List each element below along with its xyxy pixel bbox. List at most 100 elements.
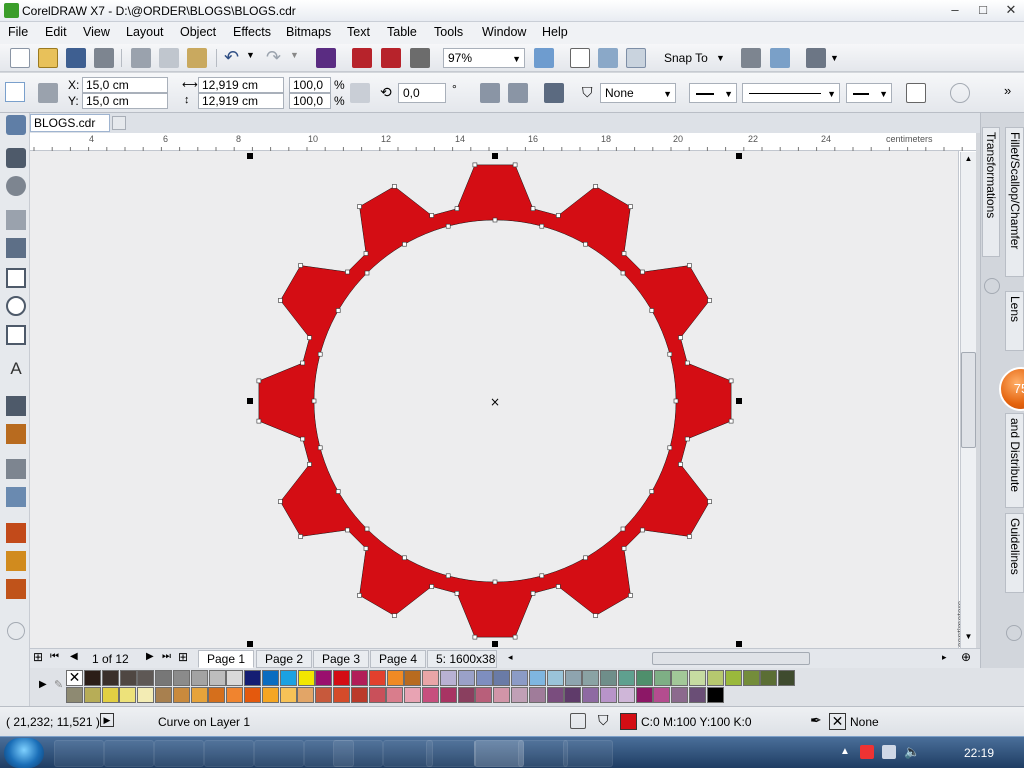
- convert-to-curves-icon[interactable]: [544, 83, 564, 103]
- zoom-navigator-icon[interactable]: ⊕: [961, 650, 971, 664]
- color-swatch[interactable]: [760, 670, 778, 686]
- taskbar-app-explorer-icon[interactable]: [54, 740, 104, 767]
- color-swatch[interactable]: [422, 687, 439, 703]
- color-swatch[interactable]: [564, 687, 582, 703]
- color-swatch[interactable]: [493, 687, 511, 703]
- docker-options-icon[interactable]: [984, 278, 1000, 294]
- color-swatch[interactable]: [439, 687, 457, 703]
- parallel-dimension-tool-icon[interactable]: [6, 396, 26, 416]
- taskbar-app-notes-icon[interactable]: [563, 740, 613, 767]
- color-eyedropper-tool-icon[interactable]: [6, 523, 26, 543]
- publish-pdf-icon[interactable]: [410, 48, 430, 68]
- x-position-field[interactable]: 15,0 cm: [82, 77, 168, 93]
- start-arrowhead-dropdown[interactable]: ▼: [689, 83, 737, 103]
- color-swatch[interactable]: [350, 687, 368, 703]
- color-swatch[interactable]: [706, 687, 724, 703]
- drop-shadow-tool-icon[interactable]: [6, 459, 26, 479]
- color-swatch[interactable]: [351, 670, 368, 686]
- color-swatch[interactable]: [457, 670, 475, 686]
- palette-expand-icon[interactable]: ▶: [39, 679, 47, 690]
- color-swatch[interactable]: [279, 687, 297, 703]
- taskbar-app-capture-icon[interactable]: [518, 740, 568, 767]
- taskbar-app-utility-icon[interactable]: [104, 740, 154, 767]
- mirror-vertical-icon[interactable]: [508, 83, 528, 103]
- horizontal-scroll-thumb[interactable]: [652, 652, 810, 665]
- menu-bitmaps[interactable]: Bitmaps: [286, 25, 331, 39]
- end-arrowhead-dropdown[interactable]: ▼: [846, 83, 892, 103]
- color-swatch[interactable]: [457, 687, 475, 703]
- text-tool-icon[interactable]: A: [6, 359, 26, 379]
- page-tab-3[interactable]: Page 3: [313, 650, 370, 668]
- import-icon[interactable]: [352, 48, 372, 68]
- page-tab-4[interactable]: Page 4: [370, 650, 427, 668]
- color-swatch[interactable]: [244, 670, 262, 686]
- docker-tab-fillet[interactable]: Fillet/Scallop/Chamfer: [1005, 127, 1024, 277]
- docker-tab-align-distribute[interactable]: and Distribute: [1005, 413, 1024, 508]
- prev-page-icon[interactable]: ◀: [70, 651, 78, 662]
- scroll-left-icon[interactable]: ◂: [508, 652, 513, 663]
- snap-to-chevron-icon[interactable]: ▼: [716, 53, 725, 63]
- color-swatch[interactable]: [600, 687, 617, 703]
- menu-table[interactable]: Table: [387, 25, 417, 39]
- open-folder-icon[interactable]: [38, 48, 58, 68]
- crop-tool-icon[interactable]: [6, 148, 26, 168]
- color-swatch[interactable]: [653, 687, 671, 703]
- color-swatch[interactable]: [671, 687, 689, 703]
- menu-tools[interactable]: Tools: [434, 25, 463, 39]
- cut-icon[interactable]: [131, 48, 151, 68]
- menu-text[interactable]: Text: [347, 25, 370, 39]
- color-swatch[interactable]: [689, 670, 707, 686]
- vertical-scroll-thumb[interactable]: [961, 352, 976, 448]
- color-swatch[interactable]: [440, 670, 457, 686]
- options-icon[interactable]: [741, 48, 761, 68]
- smart-fill-tool-icon[interactable]: [6, 579, 26, 599]
- outline-none-icon[interactable]: ✕: [829, 713, 846, 730]
- color-swatch[interactable]: [208, 670, 226, 686]
- color-swatch[interactable]: [137, 670, 155, 686]
- scroll-up-icon[interactable]: ▲: [961, 154, 976, 168]
- maximize-button[interactable]: □: [970, 1, 996, 19]
- color-swatch[interactable]: [208, 687, 226, 703]
- ellipse-tool-icon[interactable]: [6, 296, 26, 316]
- show-guidelines-icon[interactable]: [626, 48, 646, 68]
- color-swatch[interactable]: [582, 670, 600, 686]
- color-swatch[interactable]: [707, 670, 724, 686]
- next-page-icon[interactable]: ▶: [146, 651, 154, 662]
- color-swatch[interactable]: [261, 687, 279, 703]
- quick-customize-toolbox-icon[interactable]: [7, 622, 25, 640]
- toolbar-overflow-icon[interactable]: ▼: [830, 53, 839, 63]
- color-swatch[interactable]: [600, 670, 618, 686]
- color-swatch[interactable]: [297, 687, 315, 703]
- color-swatch[interactable]: [262, 670, 279, 686]
- start-button-icon[interactable]: [4, 738, 44, 768]
- color-swatch[interactable]: [582, 687, 600, 703]
- page-tab-2[interactable]: Page 2: [256, 650, 313, 668]
- color-swatch[interactable]: [404, 670, 422, 686]
- color-swatch[interactable]: [546, 687, 564, 703]
- drawing-canvas[interactable]: ×: [30, 151, 958, 648]
- rotation-angle-field[interactable]: 0,0: [398, 83, 446, 103]
- color-swatch[interactable]: [333, 687, 350, 703]
- undo-icon[interactable]: ↶: [224, 47, 239, 68]
- artistic-media-tool-icon[interactable]: [6, 238, 26, 258]
- color-swatch[interactable]: [617, 687, 635, 703]
- copy-icon[interactable]: [159, 48, 179, 68]
- color-swatch[interactable]: [315, 670, 333, 686]
- add-page-after-icon[interactable]: ⊞: [178, 650, 188, 664]
- color-swatch[interactable]: [190, 687, 208, 703]
- shape-tool-icon[interactable]: [6, 115, 26, 135]
- tray-signal-icon[interactable]: [882, 745, 896, 759]
- close-button[interactable]: ✕: [998, 1, 1024, 19]
- taskbar-clock[interactable]: 22:19: [964, 746, 994, 760]
- taskbar-app-word-icon[interactable]: [333, 740, 383, 767]
- palette-eyedropper-icon[interactable]: ✎: [54, 678, 63, 691]
- document-tab-close-icon[interactable]: [112, 116, 126, 130]
- tray-network-icon[interactable]: [860, 745, 874, 759]
- color-swatch[interactable]: [173, 670, 190, 686]
- interactive-fill-tool-icon[interactable]: [6, 551, 26, 571]
- full-screen-preview-icon[interactable]: [534, 48, 554, 68]
- menu-object[interactable]: Object: [180, 25, 216, 39]
- docker-tab-lens[interactable]: Lens: [1005, 291, 1024, 351]
- show-rulers-icon[interactable]: [570, 48, 590, 68]
- no-color-swatch-icon[interactable]: ✕: [66, 670, 83, 686]
